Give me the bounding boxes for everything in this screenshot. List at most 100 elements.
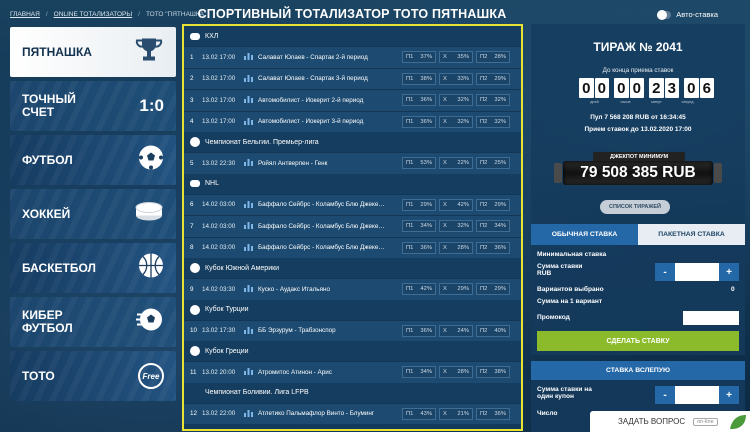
outcome-p1-button[interactable]: П1 34%: [402, 366, 436, 379]
outcome-p1-button[interactable]: П1 36%: [402, 324, 436, 337]
sidebar-item-pyatnashka[interactable]: ПЯТНАШКА: [10, 27, 176, 77]
auto-bet-label: Авто-ставка: [676, 10, 718, 19]
outcome-p2-button[interactable]: П2 34%: [476, 220, 510, 233]
outcome-buttons: П1 38% Х 33% П2 29%: [402, 72, 510, 85]
outcome-buttons: П1 42% Х 29% П2 29%: [402, 283, 510, 296]
outcome-p1-button[interactable]: П1 29%: [402, 198, 436, 211]
amount-input[interactable]: [675, 263, 719, 281]
match-date: 13.02 22:30: [202, 159, 236, 167]
make-bet-button[interactable]: СДЕЛАТЬ СТАВКУ: [537, 331, 739, 351]
outcome-p2-button[interactable]: П2 36%: [476, 407, 510, 420]
outcome-x-button[interactable]: Х 21%: [439, 407, 473, 420]
outcome-p1-button[interactable]: П1 43%: [402, 407, 436, 420]
outcome-p2-button[interactable]: П2 29%: [476, 198, 510, 211]
blind-amount-stepper[interactable]: - +: [655, 386, 739, 404]
outcome-p1-button[interactable]: П1 42%: [402, 283, 436, 296]
stats-chart-icon[interactable]: [244, 243, 258, 253]
outcome-p2-button[interactable]: П2 29%: [476, 283, 510, 296]
sidebar-item-toto[interactable]: ТОТО Free: [10, 351, 176, 401]
sidebar-item-basketball[interactable]: БАСКЕТБОЛ: [10, 243, 176, 293]
stats-chart-icon[interactable]: [244, 117, 258, 127]
outcome-p2-button[interactable]: П2 29%: [476, 72, 510, 85]
outcome-buttons: П1 36% Х 28% П2 36%: [402, 241, 510, 254]
stats-chart-icon[interactable]: [244, 284, 258, 294]
stats-chart-icon[interactable]: [244, 221, 258, 231]
outcome-x-button[interactable]: Х 22%: [439, 157, 473, 170]
ask-question-widget[interactable]: ЗАДАТЬ ВОПРОС on-line: [590, 411, 750, 432]
outcome-percent: 32%: [457, 97, 469, 104]
outcome-x-button[interactable]: Х 32%: [439, 220, 473, 233]
timer-unit-hours: часов: [620, 100, 631, 104]
tab-normal-bet[interactable]: ОБЫЧНАЯ СТАВКА: [531, 224, 638, 245]
outcome-x-button[interactable]: Х 32%: [439, 115, 473, 128]
outcome-p2-button[interactable]: П2 40%: [476, 324, 510, 337]
stats-chart-icon[interactable]: [244, 409, 258, 419]
amount-stepper[interactable]: - +: [655, 263, 739, 281]
outcome-x-button[interactable]: Х 35%: [439, 51, 473, 64]
amount-minus-button[interactable]: -: [655, 263, 675, 281]
outcome-percent: 21%: [457, 410, 469, 417]
outcome-p2-button[interactable]: П2 32%: [476, 115, 510, 128]
outcome-p1-button[interactable]: П1 34%: [402, 220, 436, 233]
stats-chart-icon[interactable]: [244, 367, 258, 377]
outcome-p1-button[interactable]: П1 53%: [402, 157, 436, 170]
outcome-p1-button[interactable]: П1 38%: [402, 72, 436, 85]
match-date: 14.02 03:00: [202, 244, 236, 252]
outcome-x-button[interactable]: Х 28%: [439, 366, 473, 379]
breadcrumb-home[interactable]: ГЛАВНАЯ: [10, 11, 40, 18]
stats-chart-icon[interactable]: [244, 158, 258, 168]
outcome-percent: 37%: [420, 54, 432, 61]
outcome-x-button[interactable]: Х 32%: [439, 94, 473, 107]
sidebar-item-hockey[interactable]: ХОККЕЙ: [10, 189, 176, 239]
outcome-label: П2: [480, 410, 488, 417]
match-number: 10: [190, 327, 198, 335]
breadcrumb: ГЛАВНАЯ / ONLINE ТОТАЛИЗАТОРЫ / ТОТО "ПЯ…: [10, 11, 206, 18]
page-title: СПОРТИВНЫЙ ТОТАЛИЗАТОР ТОТО ПЯТНАШКА: [197, 7, 507, 21]
match-row: 2 13.02 17:00 Салават Юлаев - Спартак 3-…: [184, 67, 521, 89]
amount-label: Сумма ставки RUB: [537, 263, 583, 277]
sidebar-item-football[interactable]: ФУТБОЛ: [10, 135, 176, 185]
outcome-p1-button[interactable]: П1 36%: [402, 94, 436, 107]
outcome-p2-button[interactable]: П2 32%: [476, 94, 510, 107]
outcome-percent: 29%: [494, 201, 506, 208]
draws-list-button[interactable]: СПИСОК ТИРАЖЕЙ: [600, 200, 670, 214]
sidebar-item-cyber-football[interactable]: КИБЕР ФУТБОЛ: [10, 297, 176, 347]
stats-chart-icon[interactable]: [244, 200, 258, 210]
match-number: 1: [190, 53, 194, 61]
auto-bet-toggle[interactable]: Авто-ставка: [657, 9, 718, 20]
outcome-buttons: П1 53% Х 22% П2 25%: [402, 157, 510, 170]
cyber-football-icon: [136, 307, 164, 338]
outcome-p1-button[interactable]: П1 36%: [402, 115, 436, 128]
promo-input[interactable]: [683, 311, 739, 325]
blind-amount-input[interactable]: [675, 386, 719, 404]
sidebar-item-exact-score[interactable]: ТОЧНЫЙ СЧЕТ 1:0: [10, 81, 176, 131]
outcome-p2-button[interactable]: П2 36%: [476, 241, 510, 254]
stats-chart-icon[interactable]: [244, 52, 258, 62]
match-date: 13.02 17:30: [202, 327, 236, 335]
toggle-switch[interactable]: [657, 9, 672, 20]
outcome-x-button[interactable]: Х 28%: [439, 241, 473, 254]
matches-table: КХЛ 1 13.02 17:00 Салават Юлаев - Спарта…: [182, 24, 523, 431]
outcome-x-button[interactable]: Х 29%: [439, 283, 473, 296]
amount-plus-button[interactable]: +: [719, 263, 739, 281]
outcome-p2-button[interactable]: П2 25%: [476, 157, 510, 170]
blind-minus-button[interactable]: -: [655, 386, 675, 404]
outcome-label: Х: [443, 118, 447, 125]
outcome-x-button[interactable]: Х 24%: [439, 324, 473, 337]
outcome-p1-button[interactable]: П1 37%: [402, 51, 436, 64]
outcome-p2-button[interactable]: П2 28%: [476, 51, 510, 64]
timer-digit: 2: [649, 78, 664, 98]
stats-chart-icon[interactable]: [244, 95, 258, 105]
blind-plus-button[interactable]: +: [719, 386, 739, 404]
breadcrumb-online-totalizators[interactable]: ONLINE ТОТАЛИЗАТОРЫ: [54, 11, 133, 18]
stats-chart-icon[interactable]: [244, 326, 258, 336]
outcome-p1-button[interactable]: П1 36%: [402, 241, 436, 254]
tab-package-bet[interactable]: ПАКЕТНАЯ СТАВКА: [638, 224, 745, 245]
stats-chart-icon[interactable]: [244, 74, 258, 84]
outcome-x-button[interactable]: Х 42%: [439, 198, 473, 211]
blind-count-label: Число: [537, 410, 558, 417]
outcome-x-button[interactable]: Х 33%: [439, 72, 473, 85]
outcome-buttons: П1 34% Х 32% П2 34%: [402, 220, 510, 233]
outcome-label: П1: [406, 369, 414, 376]
outcome-p2-button[interactable]: П2 38%: [476, 366, 510, 379]
